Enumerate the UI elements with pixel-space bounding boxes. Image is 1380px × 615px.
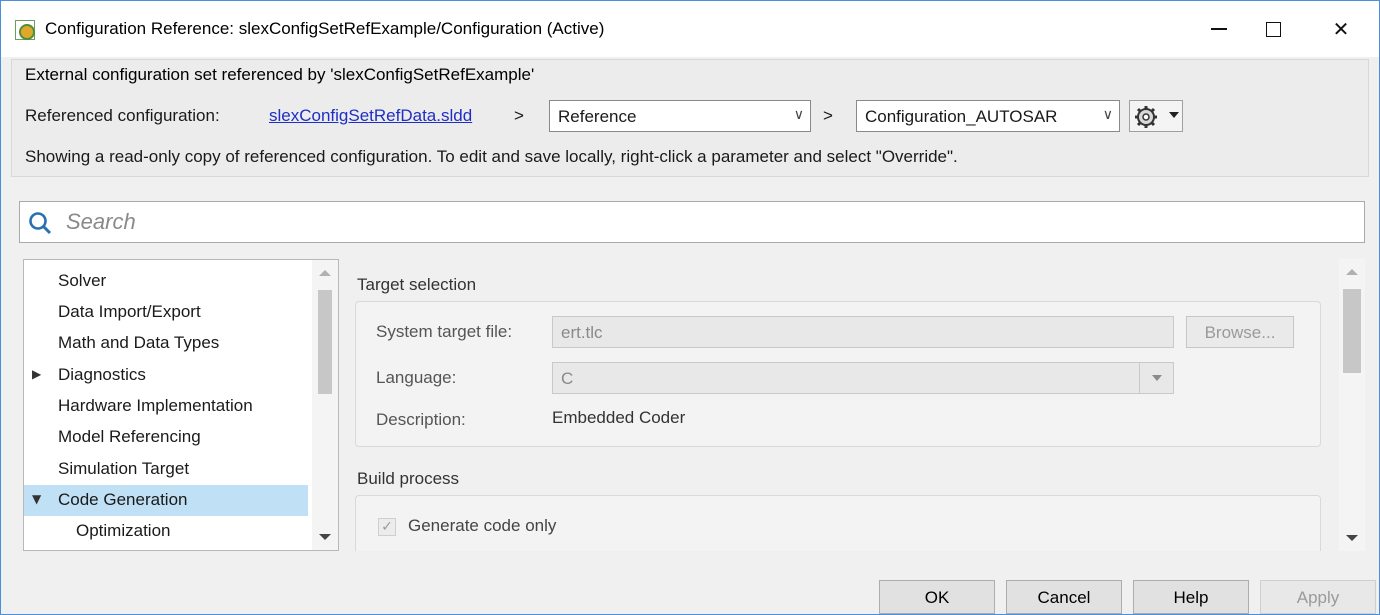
tree-item-label: Data Import/Export xyxy=(58,302,201,321)
search-icon xyxy=(29,212,52,235)
reference-section-dropdown[interactable]: Reference ∨ xyxy=(549,100,811,132)
tree-item-hardware-implementation[interactable]: Hardware Implementation xyxy=(24,391,308,422)
search-box[interactable] xyxy=(19,201,1365,243)
tree-item-label: Solver xyxy=(58,271,107,290)
generate-code-only-checkbox[interactable]: ✓ xyxy=(378,518,396,536)
maximize-icon xyxy=(1265,21,1281,37)
tree-item-label: Simulation Target xyxy=(58,459,190,478)
config-reference-window: Configuration Reference: slexConfigSetRe… xyxy=(0,0,1380,615)
tree-item-math-and-data-types[interactable]: Math and Data Types xyxy=(24,328,308,359)
tree-item-label: Code Generation xyxy=(58,490,188,509)
browse-button[interactable]: Browse... xyxy=(1186,316,1294,348)
dropdown-arrow-icon xyxy=(1169,112,1179,118)
configuration-actions-button[interactable] xyxy=(1129,100,1183,132)
collapse-arrow-icon[interactable]: ▼ xyxy=(32,492,41,506)
configuration-name-dropdown[interactable]: Configuration_AUTOSAR ∨ xyxy=(856,100,1120,132)
description-label: Description: xyxy=(376,410,466,429)
scroll-up-icon[interactable] xyxy=(319,270,331,276)
close-button[interactable]: ✕ xyxy=(1315,9,1367,49)
system-target-file-field[interactable]: ert.tlc xyxy=(552,316,1174,348)
window-title: Configuration Reference: slexConfigSetRe… xyxy=(45,19,605,38)
dictionary-file-link[interactable]: slexConfigSetRefData.sldd xyxy=(269,106,472,126)
maximize-button[interactable] xyxy=(1247,9,1299,49)
tree-item-optimization[interactable]: Optimization xyxy=(24,516,308,547)
configuration-name-value: Configuration_AUTOSAR xyxy=(865,107,1058,126)
path-separator: > xyxy=(823,106,833,125)
scroll-down-icon[interactable] xyxy=(319,534,331,540)
tree-scrollbar-thumb[interactable] xyxy=(318,290,332,394)
tree-item-model-referencing[interactable]: Model Referencing xyxy=(24,422,308,453)
language-label: Language: xyxy=(376,368,457,387)
tree-item-label: Hardware Implementation xyxy=(58,396,253,415)
ok-button[interactable]: OK xyxy=(879,580,995,614)
minimize-icon xyxy=(1211,28,1227,30)
cancel-button[interactable]: Cancel xyxy=(1006,580,1122,614)
gear-icon xyxy=(1135,106,1157,128)
chevron-down-icon xyxy=(1139,363,1173,393)
tree-item-label: Model Referencing xyxy=(58,427,201,446)
tree-scrollbar[interactable] xyxy=(312,260,338,550)
category-tree[interactable]: Solver Data Import/Export Math and Data … xyxy=(23,259,339,551)
title-bar[interactable]: Configuration Reference: slexConfigSetRe… xyxy=(1,1,1379,57)
scroll-down-icon[interactable] xyxy=(1346,535,1358,541)
tree-item-diagnostics[interactable]: ▶ Diagnostics xyxy=(24,360,308,391)
settings-pane: Target selection System target file: ert… xyxy=(341,259,1337,551)
minimize-button[interactable] xyxy=(1193,9,1245,49)
search-input[interactable] xyxy=(64,206,1344,238)
expand-arrow-icon[interactable]: ▶ xyxy=(32,367,41,381)
language-value: C xyxy=(561,369,574,388)
target-selection-heading: Target selection xyxy=(357,275,477,294)
referenced-configuration-label: Referenced configuration: xyxy=(25,106,220,125)
description-value: Embedded Coder xyxy=(552,408,686,427)
tree-item-solver[interactable]: Solver xyxy=(24,266,308,297)
target-selection-group: System target file: ert.tlc Browse... La… xyxy=(355,301,1321,447)
reference-section-value: Reference xyxy=(558,107,637,126)
language-dropdown[interactable]: C xyxy=(552,362,1174,394)
system-target-file-label: System target file: xyxy=(376,322,513,341)
chevron-down-icon: ∨ xyxy=(793,107,804,123)
settings-scrollbar[interactable] xyxy=(1339,259,1365,551)
build-process-group: ✓ Generate code only xyxy=(355,495,1321,551)
tree-item-data-import-export[interactable]: Data Import/Export xyxy=(24,297,308,328)
help-button[interactable]: Help xyxy=(1133,580,1249,614)
tree-item-label: Diagnostics xyxy=(58,365,146,384)
reference-group-title: External configuration set referenced by… xyxy=(25,65,535,84)
settings-scrollbar-thumb[interactable] xyxy=(1343,289,1361,373)
simulink-app-icon xyxy=(15,20,35,40)
apply-button[interactable]: Apply xyxy=(1260,580,1376,614)
tree-item-label: Optimization xyxy=(76,521,171,540)
tree-item-label: Math and Data Types xyxy=(58,333,220,352)
chevron-down-icon: ∨ xyxy=(1102,107,1113,123)
path-separator: > xyxy=(514,106,524,125)
scroll-up-icon[interactable] xyxy=(1346,269,1358,275)
tree-item-simulation-target[interactable]: Simulation Target xyxy=(24,454,308,485)
generate-code-only-label: Generate code only xyxy=(408,516,557,535)
tree-item-code-generation[interactable]: ▼ Code Generation xyxy=(24,485,308,516)
build-process-heading: Build process xyxy=(357,469,460,488)
read-only-note: Showing a read-only copy of referenced c… xyxy=(25,147,958,166)
